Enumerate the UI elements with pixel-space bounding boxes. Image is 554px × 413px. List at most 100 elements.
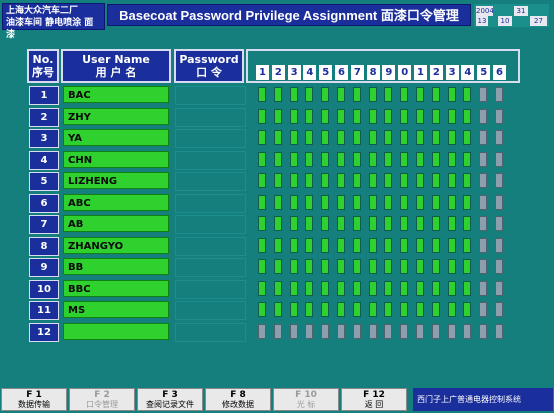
privilege-bit-toggle[interactable] — [463, 152, 471, 167]
privilege-bit-toggle[interactable] — [384, 173, 392, 188]
privilege-bit-toggle[interactable] — [384, 324, 392, 339]
privilege-bit-toggle[interactable] — [290, 281, 298, 296]
user-name-field[interactable]: CHN — [63, 151, 169, 168]
privilege-bit-toggle[interactable] — [432, 324, 440, 339]
privilege-bit-toggle[interactable] — [416, 109, 424, 124]
privilege-bit-toggle[interactable] — [369, 238, 377, 253]
privilege-bit-toggle[interactable] — [495, 302, 503, 317]
privilege-bit-toggle[interactable] — [432, 130, 440, 145]
privilege-bit-toggle[interactable] — [305, 259, 313, 274]
privilege-bit-toggle[interactable] — [384, 109, 392, 124]
privilege-bit-toggle[interactable] — [305, 324, 313, 339]
privilege-bit-toggle[interactable] — [400, 130, 408, 145]
password-field[interactable] — [175, 172, 246, 191]
privilege-bit-toggle[interactable] — [448, 216, 456, 231]
privilege-bit-toggle[interactable] — [337, 302, 345, 317]
privilege-bit-toggle[interactable] — [353, 238, 361, 253]
privilege-bit-toggle[interactable] — [369, 302, 377, 317]
privilege-bit-toggle[interactable] — [432, 238, 440, 253]
privilege-bit-toggle[interactable] — [463, 259, 471, 274]
password-field[interactable] — [175, 301, 246, 320]
privilege-bit-toggle[interactable] — [400, 238, 408, 253]
privilege-bit-toggle[interactable] — [448, 238, 456, 253]
privilege-bit-toggle[interactable] — [369, 152, 377, 167]
privilege-bit-toggle[interactable] — [290, 259, 298, 274]
privilege-bit-toggle[interactable] — [463, 238, 471, 253]
privilege-bit-toggle[interactable] — [337, 173, 345, 188]
user-name-field[interactable] — [63, 323, 169, 340]
password-field[interactable] — [175, 215, 246, 234]
privilege-bit-toggle[interactable] — [479, 152, 487, 167]
password-field[interactable] — [175, 151, 246, 170]
privilege-bit-toggle[interactable] — [495, 87, 503, 102]
user-name-field[interactable]: ABC — [63, 194, 169, 211]
privilege-bit-toggle[interactable] — [432, 87, 440, 102]
privilege-bit-toggle[interactable] — [274, 130, 282, 145]
privilege-bit-toggle[interactable] — [290, 302, 298, 317]
privilege-bit-toggle[interactable] — [305, 152, 313, 167]
privilege-bit-toggle[interactable] — [337, 281, 345, 296]
privilege-bit-toggle[interactable] — [258, 109, 266, 124]
privilege-bit-toggle[interactable] — [353, 302, 361, 317]
privilege-bit-toggle[interactable] — [305, 216, 313, 231]
privilege-bit-toggle[interactable] — [258, 259, 266, 274]
user-name-field[interactable]: BB — [63, 258, 169, 275]
privilege-bit-toggle[interactable] — [290, 195, 298, 210]
privilege-bit-toggle[interactable] — [353, 109, 361, 124]
privilege-bit-toggle[interactable] — [353, 324, 361, 339]
privilege-bit-toggle[interactable] — [321, 216, 329, 231]
password-field[interactable] — [175, 258, 246, 277]
privilege-bit-toggle[interactable] — [321, 259, 329, 274]
privilege-bit-toggle[interactable] — [321, 281, 329, 296]
function-key-f12-button[interactable]: F 12 返 回 — [341, 388, 407, 411]
privilege-bit-toggle[interactable] — [432, 281, 440, 296]
privilege-bit-toggle[interactable] — [416, 130, 424, 145]
privilege-bit-toggle[interactable] — [274, 324, 282, 339]
privilege-bit-toggle[interactable] — [416, 238, 424, 253]
privilege-bit-toggle[interactable] — [369, 195, 377, 210]
privilege-bit-toggle[interactable] — [321, 87, 329, 102]
privilege-bit-toggle[interactable] — [400, 281, 408, 296]
privilege-bit-toggle[interactable] — [495, 238, 503, 253]
privilege-bit-toggle[interactable] — [479, 195, 487, 210]
function-key-f3-button[interactable]: F 3 查阅记录文件 — [137, 388, 203, 411]
privilege-bit-toggle[interactable] — [274, 87, 282, 102]
privilege-bit-toggle[interactable] — [274, 152, 282, 167]
privilege-bit-toggle[interactable] — [290, 152, 298, 167]
privilege-bit-toggle[interactable] — [384, 259, 392, 274]
privilege-bit-toggle[interactable] — [274, 109, 282, 124]
function-key-f10-button[interactable]: F 10 光 标 — [273, 388, 339, 411]
privilege-bit-toggle[interactable] — [258, 195, 266, 210]
user-name-field[interactable]: MS — [63, 301, 169, 318]
privilege-bit-toggle[interactable] — [290, 87, 298, 102]
user-name-field[interactable]: ZHY — [63, 108, 169, 125]
privilege-bit-toggle[interactable] — [353, 259, 361, 274]
privilege-bit-toggle[interactable] — [479, 87, 487, 102]
privilege-bit-toggle[interactable] — [305, 109, 313, 124]
privilege-bit-toggle[interactable] — [448, 195, 456, 210]
privilege-bit-toggle[interactable] — [369, 216, 377, 231]
privilege-bit-toggle[interactable] — [369, 130, 377, 145]
privilege-bit-toggle[interactable] — [258, 216, 266, 231]
function-key-f2-button[interactable]: F 2 口令管理 — [69, 388, 135, 411]
privilege-bit-toggle[interactable] — [258, 281, 266, 296]
privilege-bit-toggle[interactable] — [384, 281, 392, 296]
privilege-bit-toggle[interactable] — [448, 324, 456, 339]
privilege-bit-toggle[interactable] — [495, 195, 503, 210]
privilege-bit-toggle[interactable] — [337, 259, 345, 274]
privilege-bit-toggle[interactable] — [305, 130, 313, 145]
privilege-bit-toggle[interactable] — [479, 173, 487, 188]
privilege-bit-toggle[interactable] — [479, 302, 487, 317]
privilege-bit-toggle[interactable] — [337, 87, 345, 102]
password-field[interactable] — [175, 237, 246, 256]
privilege-bit-toggle[interactable] — [274, 195, 282, 210]
privilege-bit-toggle[interactable] — [432, 302, 440, 317]
privilege-bit-toggle[interactable] — [337, 195, 345, 210]
privilege-bit-toggle[interactable] — [463, 130, 471, 145]
privilege-bit-toggle[interactable] — [384, 238, 392, 253]
privilege-bit-toggle[interactable] — [448, 259, 456, 274]
password-field[interactable] — [175, 280, 246, 299]
privilege-bit-toggle[interactable] — [274, 281, 282, 296]
privilege-bit-toggle[interactable] — [495, 109, 503, 124]
privilege-bit-toggle[interactable] — [369, 324, 377, 339]
